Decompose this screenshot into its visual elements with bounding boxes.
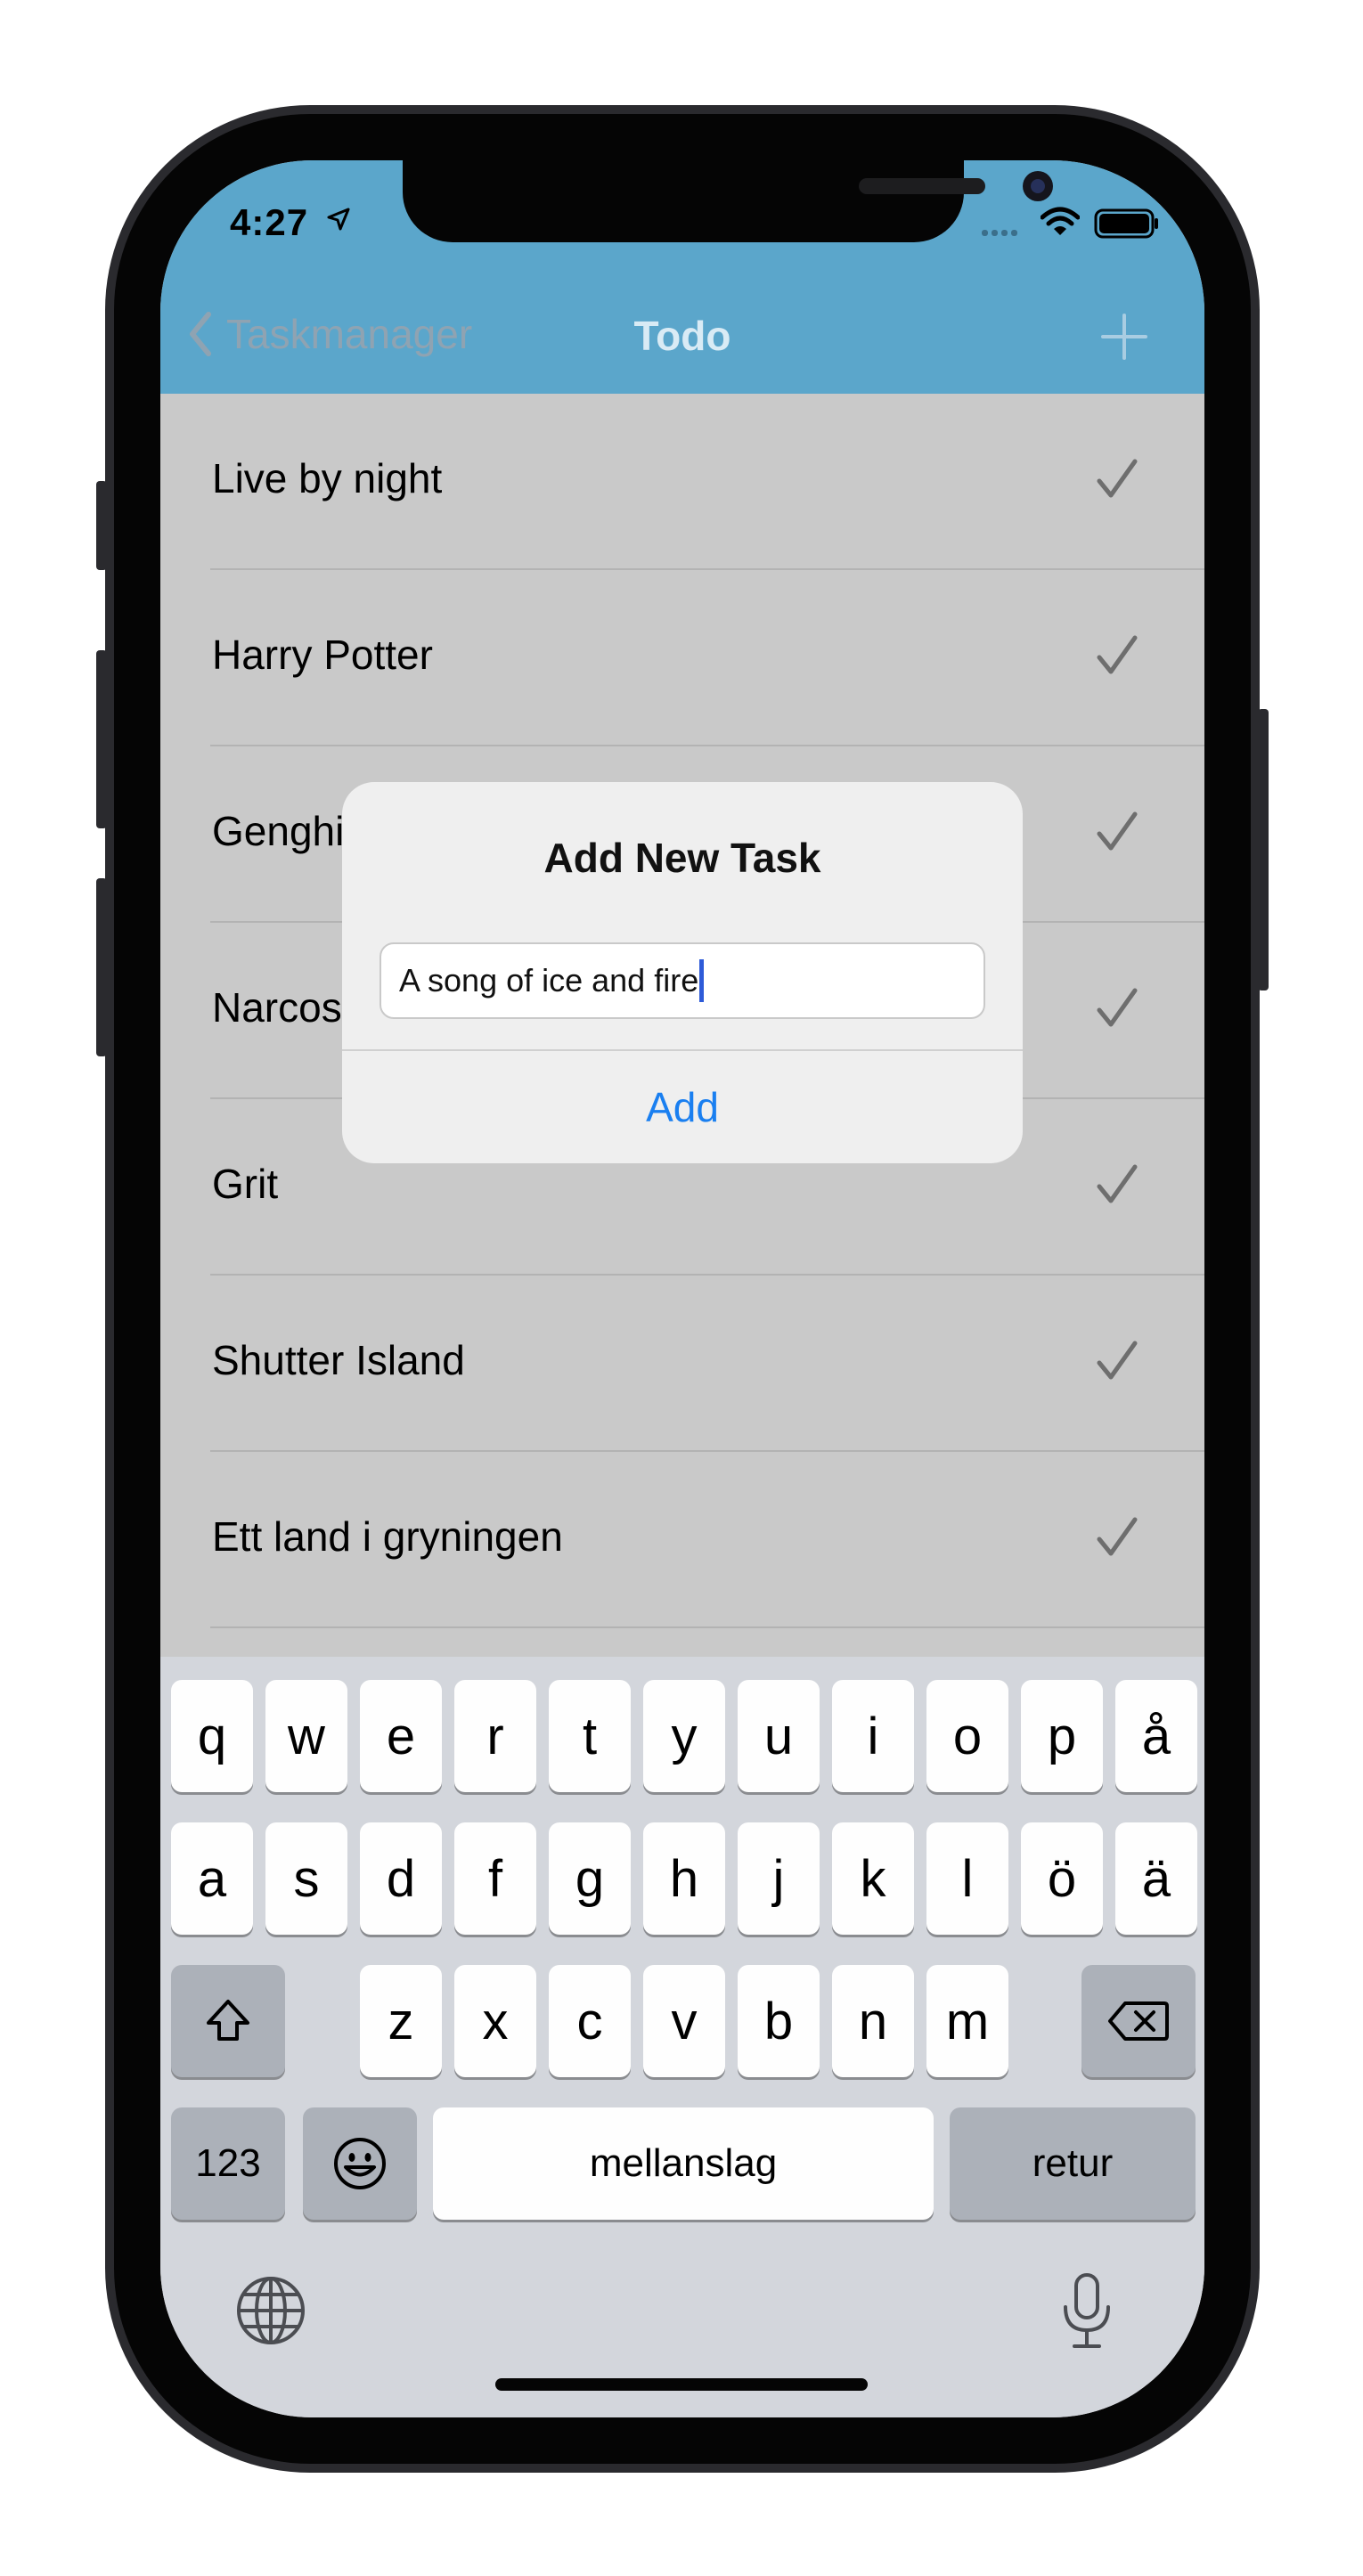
checkmark-icon bbox=[1097, 459, 1138, 498]
task-row[interactable]: Shutter Island bbox=[160, 1276, 1204, 1452]
key-j[interactable]: j bbox=[738, 1822, 820, 1935]
volume-down-button bbox=[96, 878, 107, 1056]
checkmark-icon bbox=[1097, 988, 1138, 1027]
task-label: Shutter Island bbox=[212, 1337, 465, 1383]
globe-icon[interactable] bbox=[235, 2275, 306, 2346]
return-key[interactable]: retur bbox=[950, 2107, 1196, 2220]
task-name-input[interactable]: A song of ice and fire bbox=[380, 942, 985, 1019]
task-label: Live by night bbox=[212, 455, 443, 501]
key-x[interactable]: x bbox=[454, 1965, 536, 2077]
numbers-key[interactable]: 123 bbox=[171, 2107, 285, 2220]
cellular-signal-icon bbox=[982, 224, 1021, 240]
task-label: Ett land i gryningen bbox=[212, 1513, 563, 1560]
shift-icon bbox=[207, 2000, 249, 2041]
key-u[interactable]: u bbox=[738, 1680, 820, 1792]
checkmark-icon bbox=[1097, 1517, 1138, 1556]
checkmark-icon bbox=[1097, 1341, 1138, 1380]
earpiece-speaker bbox=[859, 178, 985, 194]
key-l[interactable]: l bbox=[926, 1822, 1008, 1935]
key-a-ring[interactable]: å bbox=[1115, 1680, 1197, 1792]
dialog-title: Add New Task bbox=[543, 835, 821, 881]
key-q[interactable]: q bbox=[171, 1680, 253, 1792]
wifi-icon bbox=[1041, 207, 1080, 235]
key-s[interactable]: s bbox=[265, 1822, 347, 1935]
key-h[interactable]: h bbox=[643, 1822, 725, 1935]
checkmark-icon bbox=[1097, 811, 1138, 851]
shift-key[interactable] bbox=[171, 1965, 285, 2077]
status-time: 4:27 bbox=[230, 201, 309, 243]
key-e[interactable]: e bbox=[360, 1680, 442, 1792]
key-i[interactable]: i bbox=[832, 1680, 914, 1792]
task-row[interactable]: Harry Potter bbox=[160, 570, 1204, 746]
task-name-input-value: A song of ice and fire bbox=[399, 962, 699, 999]
screen: 4:27 Taskmanager Todo Live by night Harr… bbox=[160, 160, 1204, 2417]
battery-icon bbox=[1094, 208, 1158, 239]
row-separator bbox=[210, 1626, 1204, 1628]
key-k[interactable]: k bbox=[832, 1822, 914, 1935]
key-r[interactable]: r bbox=[454, 1680, 536, 1792]
task-label: Grit bbox=[212, 1161, 279, 1207]
key-d[interactable]: d bbox=[360, 1822, 442, 1935]
checkmark-icon bbox=[1097, 635, 1138, 674]
silent-switch bbox=[96, 481, 107, 570]
key-c[interactable]: c bbox=[549, 1965, 631, 2077]
microphone-icon[interactable] bbox=[1060, 2271, 1114, 2352]
page-title: Todo bbox=[633, 313, 731, 359]
power-button bbox=[1258, 709, 1269, 990]
space-key[interactable]: mellanslag bbox=[433, 2107, 934, 2220]
home-indicator[interactable] bbox=[495, 2378, 868, 2391]
key-o[interactable]: o bbox=[926, 1680, 1008, 1792]
key-y[interactable]: y bbox=[643, 1680, 725, 1792]
navigation-bar: 4:27 Taskmanager Todo bbox=[160, 160, 1204, 394]
key-a[interactable]: a bbox=[171, 1822, 253, 1935]
key-f[interactable]: f bbox=[454, 1822, 536, 1935]
task-row[interactable]: Ett land i gryningen bbox=[160, 1452, 1204, 1628]
key-b[interactable]: b bbox=[738, 1965, 820, 2077]
task-label: Narcos bbox=[212, 984, 342, 1031]
checkmark-icon bbox=[1097, 1164, 1138, 1203]
location-arrow-icon bbox=[327, 208, 350, 231]
text-cursor bbox=[699, 959, 705, 1002]
volume-up-button bbox=[96, 650, 107, 828]
add-task-dialog: Add New Task A song of ice and fire Add bbox=[342, 782, 1023, 1163]
key-m[interactable]: m bbox=[926, 1965, 1008, 2077]
key-w[interactable]: w bbox=[265, 1680, 347, 1792]
key-a-umlaut[interactable]: ä bbox=[1115, 1822, 1197, 1935]
add-task-button[interactable] bbox=[1099, 312, 1149, 362]
notch bbox=[403, 160, 1053, 242]
delete-key[interactable] bbox=[1081, 1965, 1196, 2077]
emoji-key[interactable] bbox=[303, 2107, 417, 2220]
key-n[interactable]: n bbox=[832, 1965, 914, 2077]
backspace-icon bbox=[1108, 2001, 1169, 2041]
key-z[interactable]: z bbox=[360, 1965, 442, 2077]
key-v[interactable]: v bbox=[643, 1965, 725, 2077]
key-t[interactable]: t bbox=[549, 1680, 631, 1792]
keyboard: q w e r t y u i o p å a s d f g h j k l … bbox=[160, 1657, 1204, 2417]
dialog-add-button[interactable]: Add bbox=[342, 1051, 1023, 1163]
key-g[interactable]: g bbox=[549, 1822, 631, 1935]
emoji-icon bbox=[334, 2138, 386, 2189]
key-o-umlaut[interactable]: ö bbox=[1021, 1822, 1103, 1935]
task-row[interactable]: Live by night bbox=[160, 394, 1204, 570]
task-label: Harry Potter bbox=[212, 632, 433, 678]
front-camera bbox=[1023, 171, 1053, 201]
key-p[interactable]: p bbox=[1021, 1680, 1103, 1792]
